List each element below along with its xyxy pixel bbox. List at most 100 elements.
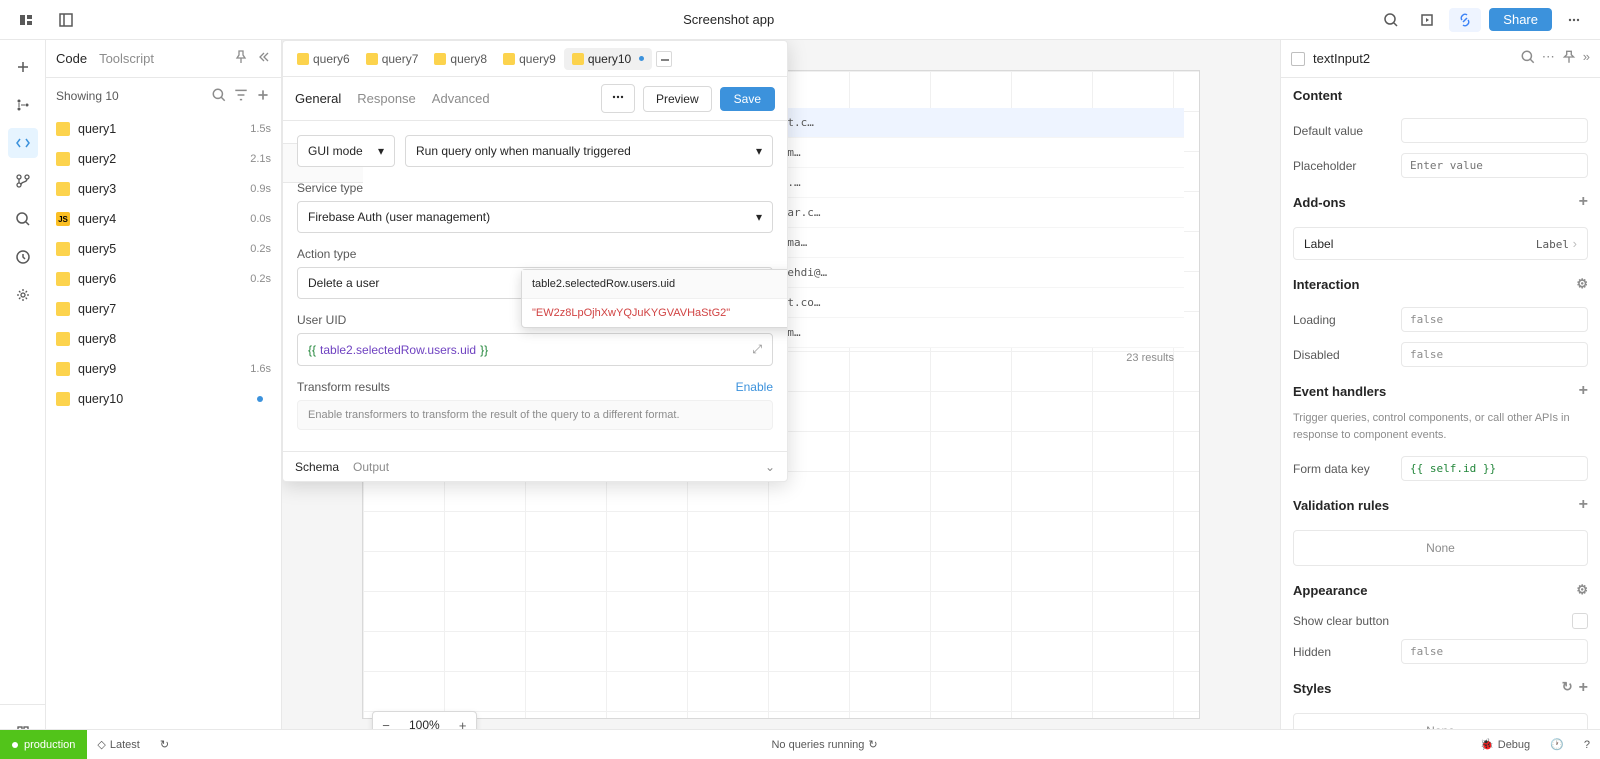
history-icon[interactable] bbox=[8, 242, 38, 272]
output-tab[interactable]: Output bbox=[353, 460, 389, 474]
addon-label-row[interactable]: Label Label › bbox=[1294, 228, 1587, 259]
version-indicator[interactable]: ◇Latest bbox=[87, 738, 149, 751]
add-query-icon[interactable] bbox=[255, 87, 271, 106]
disabled-input[interactable] bbox=[1401, 342, 1588, 367]
query-item[interactable]: JSquery40.0s bbox=[46, 204, 281, 234]
help-icon[interactable]: ? bbox=[1574, 739, 1600, 751]
add-handler-button[interactable]: + bbox=[1579, 382, 1588, 400]
autocomplete-value: "EW2z8LpOjhXwYQJuKYGVAVHaStG2" bbox=[522, 298, 787, 327]
query-time: 0.9s bbox=[250, 183, 271, 195]
interaction-settings-icon[interactable]: ⚙ bbox=[1576, 276, 1588, 292]
query-type-icon bbox=[56, 182, 70, 196]
pin-icon[interactable] bbox=[233, 49, 249, 68]
enable-link[interactable]: Enable bbox=[736, 380, 773, 394]
query-editor: query6query7query8query9query10 General … bbox=[282, 40, 788, 482]
placeholder-input[interactable] bbox=[1401, 153, 1588, 178]
footer-chevron-icon[interactable]: ⌄ bbox=[765, 460, 775, 474]
query-time: 0.0s bbox=[250, 213, 271, 225]
query-item[interactable]: query22.1s bbox=[46, 144, 281, 174]
inspector-more-icon[interactable]: ⋯ bbox=[1542, 49, 1555, 68]
link-button[interactable] bbox=[1449, 8, 1481, 32]
add-style-button[interactable]: + bbox=[1579, 679, 1588, 697]
tab-toolscript[interactable]: Toolscript bbox=[99, 51, 154, 66]
editor-file-tab[interactable]: query9 bbox=[495, 48, 564, 70]
minimize-icon[interactable] bbox=[656, 51, 672, 67]
query-type-icon bbox=[56, 362, 70, 376]
search-queries-icon[interactable] bbox=[211, 87, 227, 106]
share-button[interactable]: Share bbox=[1489, 8, 1552, 31]
query-type-icon bbox=[572, 53, 584, 65]
play-icon[interactable] bbox=[1413, 6, 1441, 34]
preview-button[interactable]: Preview bbox=[643, 86, 712, 112]
editor-file-tab[interactable]: query6 bbox=[289, 48, 358, 70]
more-options-button[interactable] bbox=[601, 84, 635, 113]
code-icon[interactable] bbox=[8, 128, 38, 158]
more-icon[interactable] bbox=[1560, 6, 1588, 34]
query-type-icon bbox=[56, 122, 70, 136]
loading-input[interactable] bbox=[1401, 307, 1588, 332]
collapse-icon[interactable] bbox=[255, 49, 271, 68]
expand-editor-icon[interactable]: ⤢ bbox=[752, 342, 762, 357]
add-addon-button[interactable]: + bbox=[1579, 193, 1588, 211]
component-name[interactable]: textInput2 bbox=[1313, 51, 1370, 66]
refresh-icon[interactable]: ↻ bbox=[150, 738, 179, 751]
query-type-icon bbox=[56, 152, 70, 166]
tree-icon[interactable] bbox=[8, 90, 38, 120]
service-type-select[interactable]: Firebase Auth (user management)▾ bbox=[297, 201, 773, 233]
section-styles: Styles bbox=[1293, 681, 1331, 696]
search-rail-icon[interactable] bbox=[8, 204, 38, 234]
inspector-search-icon[interactable] bbox=[1520, 49, 1536, 68]
menu-icon[interactable] bbox=[12, 6, 40, 34]
query-item[interactable]: query3 0.9s bbox=[46, 174, 281, 204]
query-type-icon bbox=[297, 53, 309, 65]
editor-file-tab[interactable]: query7 bbox=[358, 48, 427, 70]
query-item[interactable]: query11.5s bbox=[46, 114, 281, 144]
query-type-icon bbox=[56, 392, 70, 406]
query-type-icon: JS bbox=[56, 212, 70, 226]
query-item[interactable]: query60.2s bbox=[46, 264, 281, 294]
inspector-pin-icon[interactable] bbox=[1561, 49, 1577, 68]
tab-advanced[interactable]: Advanced bbox=[432, 91, 490, 106]
form-data-key-input[interactable] bbox=[1401, 456, 1588, 481]
settings-icon[interactable] bbox=[8, 280, 38, 310]
editor-file-tab[interactable]: query8 bbox=[426, 48, 495, 70]
trigger-select[interactable]: Run query only when manually triggered▾ bbox=[405, 135, 773, 167]
search-icon[interactable] bbox=[1377, 6, 1405, 34]
schema-tab[interactable]: Schema bbox=[295, 460, 339, 474]
history-status-icon[interactable]: 🕐 bbox=[1540, 738, 1574, 751]
query-item[interactable]: query8 bbox=[46, 324, 281, 354]
query-name: query8 bbox=[78, 332, 263, 346]
tab-general[interactable]: General bbox=[295, 91, 341, 106]
event-handlers-description: Trigger queries, control components, or … bbox=[1281, 410, 1600, 451]
query-item[interactable]: query91.6s bbox=[46, 354, 281, 384]
query-item[interactable]: query10 bbox=[46, 384, 281, 414]
tab-code[interactable]: Code bbox=[56, 51, 87, 66]
editor-file-tab[interactable]: query10 bbox=[564, 48, 652, 70]
branch-icon[interactable] bbox=[8, 166, 38, 196]
show-clear-toggle[interactable] bbox=[1572, 613, 1588, 629]
gui-mode-select[interactable]: GUI mode▾ bbox=[297, 135, 395, 167]
inspector-expand-icon[interactable]: » bbox=[1583, 49, 1590, 68]
transform-label: Transform results bbox=[297, 380, 390, 394]
unsaved-dot-icon bbox=[257, 396, 263, 402]
tab-response[interactable]: Response bbox=[357, 91, 416, 106]
user-uid-input[interactable]: {{ table2.selectedRow.users.uid }} ⤢ bbox=[297, 333, 773, 366]
hidden-input[interactable] bbox=[1401, 639, 1588, 664]
styles-reset-icon[interactable]: ↻ bbox=[1562, 679, 1573, 697]
query-name: query3 bbox=[78, 182, 242, 196]
default-value-input[interactable] bbox=[1401, 118, 1588, 143]
env-badge[interactable]: production bbox=[0, 730, 87, 759]
debug-button[interactable]: 🐞 Debug bbox=[1470, 738, 1540, 751]
appearance-settings-icon[interactable]: ⚙ bbox=[1576, 582, 1588, 598]
layout-icon[interactable] bbox=[52, 6, 80, 34]
autocomplete-item[interactable]: table2.selectedRow.users.uid Inspect bbox=[522, 270, 787, 298]
section-content: Content bbox=[1281, 78, 1600, 113]
add-icon[interactable] bbox=[8, 52, 38, 82]
query-time: 0.2s bbox=[250, 243, 271, 255]
query-item[interactable]: query7 bbox=[46, 294, 281, 324]
save-button[interactable]: Save bbox=[720, 87, 775, 111]
add-validation-button[interactable]: + bbox=[1579, 496, 1588, 514]
query-item[interactable]: query50.2s bbox=[46, 234, 281, 264]
filter-icon[interactable] bbox=[233, 87, 249, 106]
disabled-label: Disabled bbox=[1293, 348, 1393, 362]
